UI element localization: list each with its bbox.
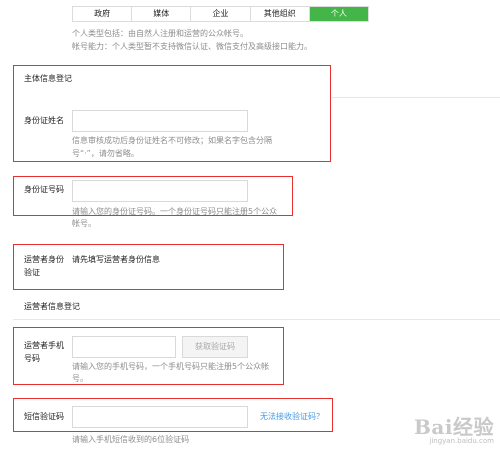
phone-input[interactable] — [72, 336, 176, 358]
type-capability-note: 帐号能力：个人类型暂不支持微信认证、微信支付及高级接口能力。 — [72, 42, 312, 51]
highlight-operator-verify — [13, 244, 284, 290]
id-number-hint-cont: 帐号。 — [72, 219, 96, 228]
cannot-receive-code-link[interactable]: 无法接收验证码？ — [260, 411, 324, 422]
tab-individual[interactable]: 个人 — [309, 7, 369, 21]
tab-enterprise[interactable]: 企业 — [191, 7, 251, 21]
type-description: 个人类型包括：由自然人注册和运营的公众帐号。 — [72, 29, 248, 38]
tab-other-organization[interactable]: 其他组织 — [251, 7, 310, 21]
divider — [13, 319, 500, 320]
phone-label-cont: 号码 — [24, 354, 40, 363]
id-name-label: 身份证姓名 — [24, 116, 64, 125]
phone-hint-cont: 号。 — [72, 374, 88, 383]
id-name-input[interactable] — [72, 110, 248, 132]
baidu-jingyan-watermark: Bai经验 jingyan.baidu.com — [414, 411, 494, 445]
id-name-hint: 信息审核成功后身份证姓名不可修改；如果名字包含分隔 — [72, 136, 272, 145]
phone-label: 运营者手机 — [24, 341, 64, 350]
sms-code-input[interactable] — [72, 406, 248, 428]
operator-verify-label: 运营者身份 — [24, 255, 64, 264]
tab-media[interactable]: 媒体 — [132, 7, 192, 21]
divider — [332, 97, 500, 98]
get-code-button[interactable]: 获取验证码 — [182, 336, 248, 358]
sms-code-hint: 请输入手机短信收到的6位验证码 — [72, 435, 190, 444]
watermark-logo: Bai经验 — [414, 415, 494, 439]
tab-government[interactable]: 政府 — [73, 7, 133, 21]
account-type-tabs: 政府 媒体 企业 其他组织 个人 — [72, 6, 369, 22]
operator-verify-label-cont: 验证 — [24, 268, 40, 277]
section-title-operator-info: 运营者信息登记 — [24, 302, 80, 311]
id-name-hint-cont: 号“·”，请勿省略。 — [72, 149, 139, 158]
id-number-hint: 请输入您的身份证号码。一个身份证号码只能注册5个公众 — [72, 207, 278, 216]
section-title-subject-info: 主体信息登记 — [24, 74, 72, 83]
id-number-input[interactable] — [72, 180, 248, 202]
operator-verify-text: 请先填写运营者身份信息 — [72, 255, 160, 264]
sms-code-label: 短信验证码 — [24, 412, 64, 421]
id-number-label: 身份证号码 — [24, 185, 64, 194]
phone-hint: 请输入您的手机号码，一个手机号码只能注册5个公众帐 — [72, 362, 270, 371]
